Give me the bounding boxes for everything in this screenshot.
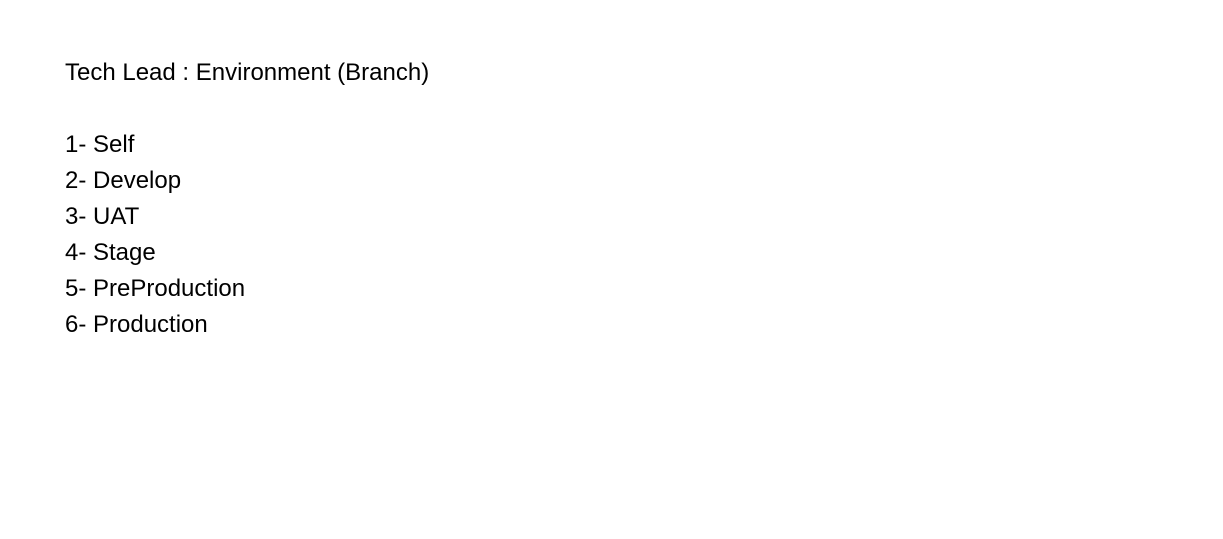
environment-item-stage: 4- Stage — [65, 239, 156, 266]
environment-item-production: 6- Production — [65, 311, 208, 338]
environment-item-develop: 2- Develop — [65, 167, 182, 194]
environment-list: 1- Self 2- Develop 3- UAT 4- Stage 5- Pr… — [65, 127, 429, 343]
document-body: Tech Lead : Environment (Branch) 1- Self… — [65, 55, 429, 343]
document-heading: Tech Lead : Environment (Branch) — [65, 59, 430, 86]
environment-item-preproduction: 5- PreProduction — [65, 275, 246, 302]
environment-item-uat: 3- UAT — [65, 203, 140, 230]
environment-item-self: 1- Self — [65, 131, 135, 158]
